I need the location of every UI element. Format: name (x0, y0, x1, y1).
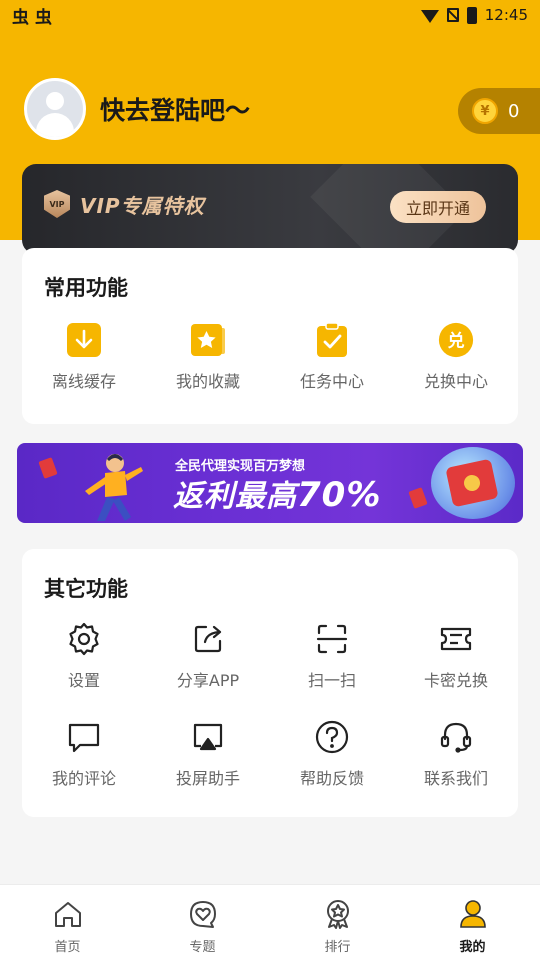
common-functions-card: 常用功能 离线缓存 我的收藏 任务中心 兑 兑换中心 (22, 248, 518, 424)
coin-icon: ¥ (472, 98, 498, 124)
item-label: 我的收藏 (175, 372, 240, 391)
item-label: 任务中心 (299, 372, 364, 391)
item-label: 离线缓存 (51, 372, 116, 391)
status-right-icons: 12:45 (420, 6, 528, 24)
banner-headline-text: 返利最高 (173, 479, 297, 514)
tab-label: 排行 (324, 940, 351, 955)
tab-ranking[interactable]: 排行 (270, 885, 405, 960)
red-envelope-decoration (408, 487, 428, 509)
medal-icon (323, 899, 353, 933)
bug-icon: 虫 (12, 7, 29, 28)
help-feedback-button[interactable]: 帮助反馈 (270, 719, 394, 789)
vip-badge-icon: VIP (44, 190, 70, 218)
red-envelope-bubble-icon (431, 447, 515, 519)
login-prompt[interactable]: 快去登陆吧〜 (100, 91, 250, 127)
battery-icon (466, 6, 477, 24)
coin-count: 0 (508, 100, 520, 122)
star-icon (190, 322, 226, 358)
running-person-illustration (75, 451, 145, 523)
tab-mine[interactable]: 我的 (405, 885, 540, 960)
offline-cache-button[interactable]: 离线缓存 (22, 322, 146, 392)
headset-icon (438, 719, 474, 755)
tab-label: 我的 (459, 940, 486, 955)
item-label: 我的评论 (51, 769, 116, 788)
default-avatar-icon (27, 81, 83, 137)
red-envelope-decoration (38, 457, 58, 479)
card-redeem-button[interactable]: 卡密兑换 (394, 621, 518, 691)
wifi-icon (420, 9, 439, 23)
tab-topics[interactable]: 专题 (135, 885, 270, 960)
share-app-button[interactable]: 分享APP (146, 621, 270, 691)
promo-banner[interactable]: 全民代理实现百万梦想 返利最高70% (17, 443, 523, 523)
section-title: 其它功能 (44, 577, 128, 601)
item-label: 帮助反馈 (299, 769, 364, 788)
cast-icon (190, 719, 226, 755)
home-icon (53, 899, 83, 933)
item-label: 兑换中心 (423, 372, 488, 391)
item-label: 扫一扫 (307, 671, 356, 690)
other-functions-row-2: 我的评论 投屏助手 帮助反馈 联系我们 (22, 719, 518, 789)
banner-headline: 返利最高70% (173, 471, 381, 515)
avatar[interactable] (24, 78, 86, 140)
ticket-icon (438, 621, 474, 657)
tab-label: 专题 (189, 940, 216, 955)
bottom-tab-bar: 首页 专题 排行 我的 (0, 884, 540, 960)
item-label: 投屏助手 (175, 769, 240, 788)
vip-open-button[interactable]: 立即开通 (390, 191, 486, 223)
status-time: 12:45 (484, 6, 528, 24)
item-label: 卡密兑换 (423, 671, 488, 690)
help-icon (314, 719, 350, 755)
profile-login[interactable]: 快去登陆吧〜 (24, 78, 250, 140)
other-functions-card: 其它功能 设置 分享APP 扫一扫 卡密兑换 我的评论 投屏助手 帮助反馈 联系… (22, 549, 518, 817)
banner-percent: 70% (297, 475, 382, 515)
svg-text:兑: 兑 (447, 330, 464, 351)
item-label: 联系我们 (423, 769, 488, 788)
settings-button[interactable]: 设置 (22, 621, 146, 691)
section-title: 常用功能 (44, 276, 128, 300)
item-label: 设置 (67, 671, 100, 690)
scan-icon (314, 621, 350, 657)
exchange-icon: 兑 (438, 322, 474, 358)
other-functions-row-1: 设置 分享APP 扫一扫 卡密兑换 (22, 621, 518, 691)
share-icon (190, 621, 226, 657)
status-bar: 虫 虫 12:45 (0, 0, 540, 30)
scan-button[interactable]: 扫一扫 (270, 621, 394, 691)
my-favorites-button[interactable]: 我的收藏 (146, 322, 270, 392)
common-functions-row: 离线缓存 我的收藏 任务中心 兑 兑换中心 (22, 322, 518, 392)
coin-balance[interactable]: ¥ 0 (458, 88, 540, 134)
no-sim-icon (446, 8, 459, 22)
cast-assistant-button[interactable]: 投屏助手 (146, 719, 270, 789)
comment-icon (66, 719, 102, 755)
vip-title: VIP专属特权 (80, 194, 205, 218)
task-center-button[interactable]: 任务中心 (270, 322, 394, 392)
bug-icon: 虫 (35, 7, 52, 28)
tab-label: 首页 (54, 940, 81, 955)
gear-icon (66, 621, 102, 657)
clipboard-check-icon (314, 322, 350, 358)
tab-home[interactable]: 首页 (0, 885, 135, 960)
status-left-icons: 虫 虫 (12, 3, 52, 28)
my-comments-button[interactable]: 我的评论 (22, 719, 146, 789)
item-label: 分享APP (176, 671, 240, 690)
exchange-center-button[interactable]: 兑 兑换中心 (394, 322, 518, 392)
contact-us-button[interactable]: 联系我们 (394, 719, 518, 789)
user-icon (458, 899, 488, 933)
vip-card[interactable]: VIP VIP专属特权 立即开通 (22, 164, 518, 254)
heart-chat-icon (188, 899, 218, 933)
download-icon (66, 322, 102, 358)
